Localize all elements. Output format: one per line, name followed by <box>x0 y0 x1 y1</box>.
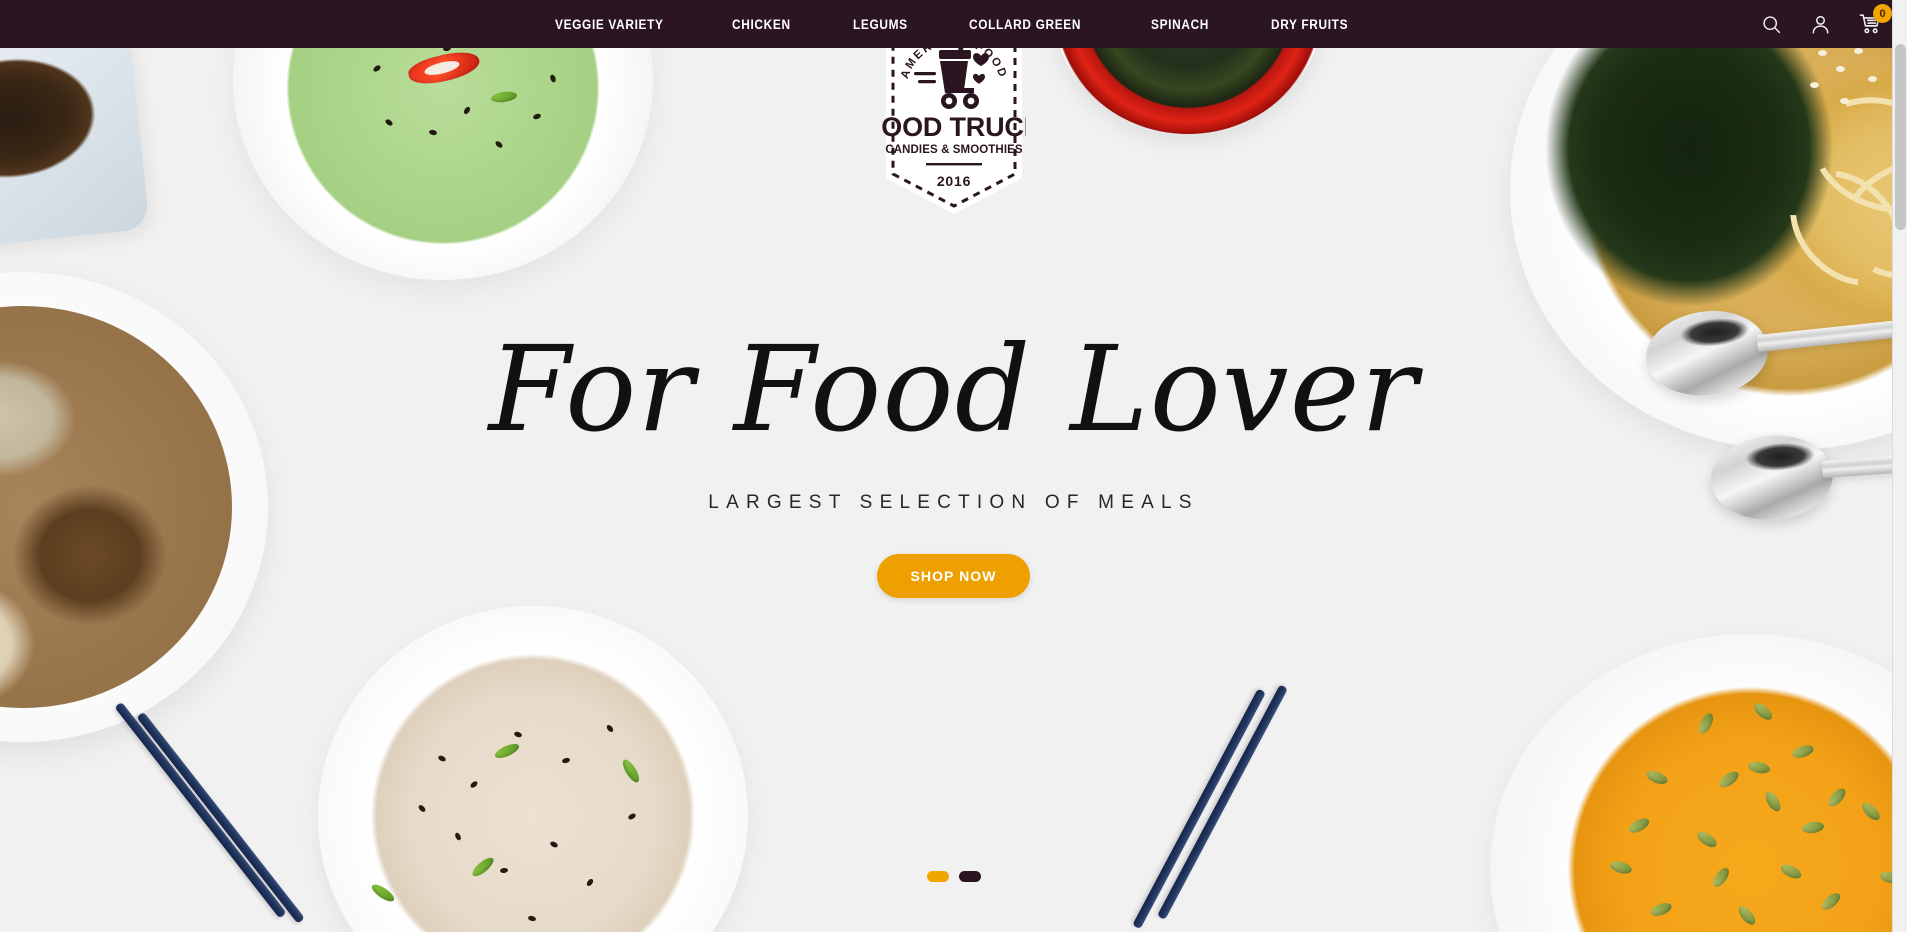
chopsticks-left <box>136 711 305 924</box>
pumpkin-seed <box>1747 759 1771 776</box>
pumpkin-seed <box>1801 820 1825 835</box>
chopsticks-left <box>114 701 287 919</box>
scallion-slice <box>490 90 518 104</box>
pumpkin-seed <box>1762 789 1784 814</box>
sesame-seed <box>494 140 504 149</box>
sesame-seed <box>1818 50 1827 56</box>
logo-name: FOOD TRUCK <box>882 112 1026 142</box>
pumpkin-seed <box>1694 828 1720 851</box>
pumpkin-seed <box>1790 742 1816 761</box>
user-icon[interactable] <box>1810 14 1831 35</box>
page-scrollbar[interactable] <box>1892 0 1907 932</box>
nav-icon-group: 0 <box>1761 0 1892 48</box>
pumpkin-seed <box>1695 711 1717 736</box>
nav-link-collard-green[interactable]: COLLARD GREEN <box>969 17 1081 32</box>
main-navigation: VEGGIE VARIETY CHICKEN LEGUMS COLLARD GR… <box>0 0 1907 48</box>
cream-soup-bowl <box>318 606 748 932</box>
cart-icon[interactable]: 0 <box>1859 4 1892 35</box>
scallion-slice <box>369 881 397 905</box>
pumpkin-seed <box>1735 903 1759 928</box>
nav-link-legums[interactable]: LEGUMS <box>853 17 908 32</box>
slider-dot-2[interactable] <box>958 871 981 882</box>
sesame-seed <box>1854 48 1863 54</box>
cart-count-badge: 0 <box>1873 4 1892 23</box>
scallion-slice <box>619 757 643 785</box>
sesame-seed <box>627 812 637 821</box>
sesame-seed <box>549 73 557 84</box>
sesame-seed <box>1836 66 1845 72</box>
sesame-seed <box>605 723 615 734</box>
sesame-seed <box>527 915 537 922</box>
search-icon[interactable] <box>1761 14 1782 35</box>
hero-title: For Food Lover <box>488 320 1419 458</box>
sesame-seed <box>585 877 595 888</box>
nav-link-chicken[interactable]: CHICKEN <box>732 17 791 32</box>
pumpkin-seed <box>1825 785 1849 810</box>
sesame-seed <box>1868 76 1877 82</box>
sesame-seed <box>417 803 427 814</box>
pumpkin-seed <box>1644 768 1670 787</box>
sesame-seed <box>499 867 509 874</box>
page-root: AMERICAN FOOD <box>0 0 1907 932</box>
nav-link-list: VEGGIE VARIETY CHICKEN LEGUMS COLLARD GR… <box>555 17 1358 32</box>
chili-slice <box>405 46 483 90</box>
pumpkin-seed <box>1859 799 1883 824</box>
pumpkin-seed <box>1778 861 1804 882</box>
pumpkin-soup-bowl <box>1490 634 1907 932</box>
sesame-seed <box>384 118 394 127</box>
sesame-seed <box>561 757 571 764</box>
pumpkin-seed <box>1751 700 1775 723</box>
sesame-seed <box>462 105 472 116</box>
pumpkin-seed <box>1710 865 1732 890</box>
shop-now-button[interactable]: SHOP NOW <box>876 554 1031 598</box>
sesame-seed <box>454 831 462 842</box>
sesame-seed <box>1810 82 1819 88</box>
hero-content: For Food Lover LARGEST SELECTION OF MEAL… <box>0 330 1907 598</box>
dipping-sauce-dish <box>0 29 150 251</box>
nav-link-spinach[interactable]: SPINACH <box>1151 17 1209 32</box>
sesame-seed <box>372 64 382 73</box>
scallion-slice <box>493 741 521 761</box>
logo-year: 2016 <box>936 173 970 189</box>
slider-dot-1[interactable] <box>926 871 949 882</box>
chopsticks-right <box>1157 684 1288 920</box>
scrollbar-thumb[interactable] <box>1895 44 1906 230</box>
sesame-seed <box>513 730 523 739</box>
sesame-seed <box>469 780 479 789</box>
hero-subtitle: LARGEST SELECTION OF MEALS <box>708 492 1199 513</box>
chopsticks-right <box>1132 688 1266 930</box>
pumpkin-seed <box>1608 859 1634 876</box>
pumpkin-seed <box>1626 815 1652 836</box>
sesame-seed <box>1840 98 1849 104</box>
sesame-seed <box>428 129 438 136</box>
sesame-seed <box>532 112 542 121</box>
slider-pagination <box>926 871 981 882</box>
pumpkin-seed <box>1716 768 1742 791</box>
nav-link-veggie-variety[interactable]: VEGGIE VARIETY <box>555 17 664 32</box>
sesame-seed <box>549 840 559 849</box>
logo-tagline: CANDIES & SMOOTHIES <box>885 144 1023 156</box>
pumpkin-seed <box>1648 900 1674 919</box>
nav-link-dry-fruits[interactable]: DRY FRUITS <box>1271 17 1348 32</box>
sesame-seed <box>437 754 447 763</box>
scallion-slice <box>469 854 497 880</box>
pumpkin-seed <box>1819 890 1843 913</box>
